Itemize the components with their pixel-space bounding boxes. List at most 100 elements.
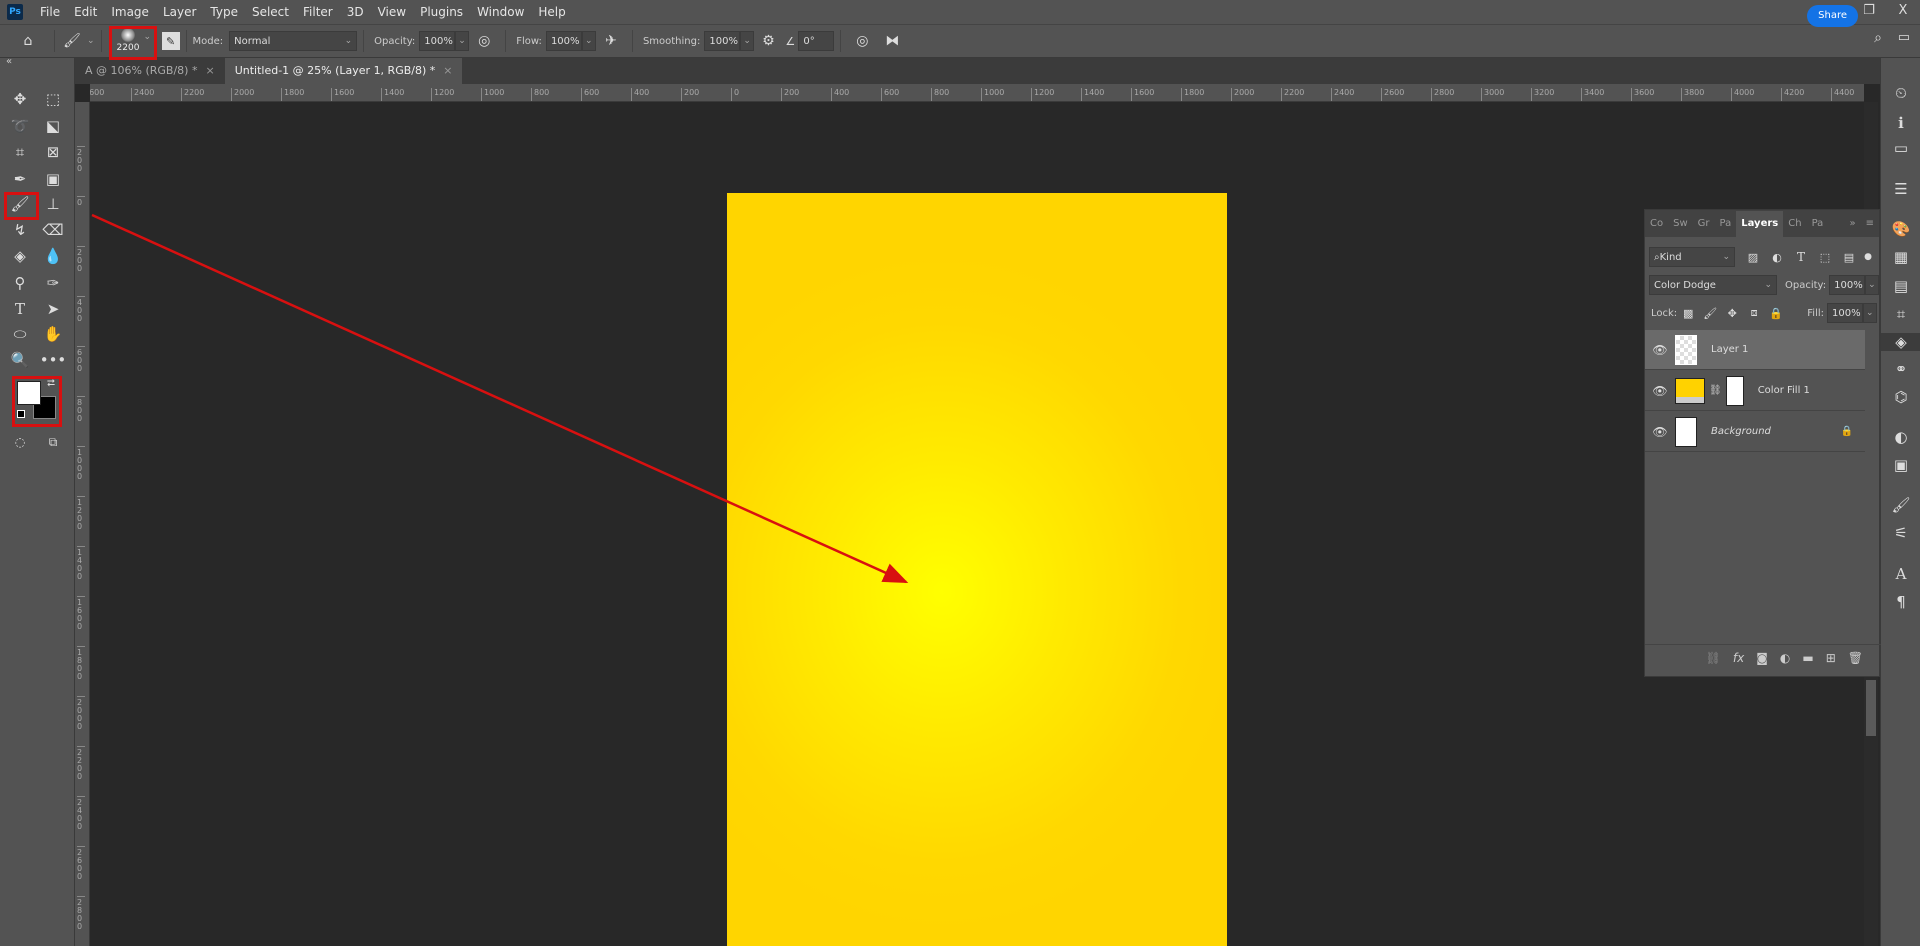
object-selection-tool-icon[interactable]: ⬕ [41,115,65,137]
blur-tool-icon[interactable]: 💧 [41,245,65,267]
frame-tool-icon[interactable]: ⊠ [41,141,65,163]
menu-help[interactable]: Help [531,5,572,19]
layer-name[interactable]: Color Fill 1 [1758,385,1810,396]
menu-image[interactable]: Image [104,5,156,19]
shape-filter-icon[interactable]: ⬚ [1813,251,1837,264]
patch-tool-icon[interactable]: ▣ [41,168,65,190]
tab-channels[interactable]: Ch [1783,211,1806,237]
pixel-filter-icon[interactable]: ▨ [1741,251,1765,264]
visibility-eye-icon[interactable]: 👁 [1645,425,1675,439]
adjustment-filter-icon[interactable]: ◐ [1765,251,1789,264]
new-group-icon[interactable]: ▬ [1802,651,1813,665]
smoothing-dropdown[interactable]: ⌄ [740,31,755,51]
link-layers-icon[interactable]: ⛓ [1706,651,1721,665]
eyedropper-tool-icon[interactable]: ✒ [8,168,32,190]
layer-name[interactable]: Background [1711,426,1771,437]
fx-icon[interactable]: fx [1733,651,1744,665]
dodge-tool-icon[interactable]: ⚲ [8,272,32,294]
properties-panel-icon[interactable]: ☰ [1881,180,1920,198]
tab-patterns[interactable]: Pa [1715,211,1737,237]
zoom-tool-icon[interactable]: 🔍 [8,349,32,371]
workspace-icon[interactable]: ▭ [1898,30,1910,45]
brush-settings-icon[interactable]: ✎ [161,32,180,50]
tab-untitled-1[interactable]: Untitled-1 @ 25% (Layer 1, RGB/8) * × [224,58,463,84]
tab-layers[interactable]: Layers [1736,211,1784,237]
brush-settings-panel-icon[interactable]: ⚟ [1881,524,1920,542]
screen-mode-icon[interactable]: ⧉ [41,431,65,453]
layer-row-background[interactable]: 👁 Background 🔒 [1645,412,1865,452]
mask-thumbnail[interactable] [1725,375,1744,406]
pressure-opacity-icon[interactable]: ◎ [469,33,499,49]
crop-tool-icon[interactable]: ⌗ [8,141,32,163]
pressure-size-icon[interactable]: ◎ [847,33,877,49]
tab-color[interactable]: Co [1645,211,1668,237]
layer-row-layer-1[interactable]: 👁 Layer 1 [1645,330,1865,370]
adjustments-panel-icon[interactable]: ◐ [1881,428,1920,446]
menu-select[interactable]: Select [245,5,296,19]
new-layer-icon[interactable]: ⊞ [1826,651,1836,665]
opacity-dropdown[interactable]: ⌄ [1865,275,1880,295]
close-tab-icon[interactable]: × [443,64,452,77]
clone-stamp-tool-icon[interactable]: ⊥ [41,193,65,215]
gear-icon[interactable]: ⚙ [754,33,782,49]
move-tool-icon[interactable]: ✥ [8,88,32,110]
add-mask-icon[interactable]: ◙ [1756,651,1768,665]
color-panel-icon[interactable]: 🎨 [1881,220,1920,238]
type-filter-icon[interactable]: T [1789,250,1813,264]
ellipse-tool-icon[interactable]: ⬭ [8,323,32,345]
brush-tool-icon[interactable]: 🖌 [8,193,32,215]
adjustment-layer-icon[interactable]: ◐ [1780,651,1790,665]
menu-file[interactable]: File [33,5,67,19]
close-button[interactable]: X [1886,0,1920,22]
brushes-panel-icon[interactable]: 🖌 [1881,496,1920,514]
lock-pixels-icon[interactable]: 🖌 [1699,307,1721,320]
collapse-icon[interactable]: « [6,56,12,67]
brush-tool-preset-icon[interactable]: 🖌 [61,33,83,49]
visibility-eye-icon[interactable]: 👁 [1645,343,1675,357]
character-panel-icon[interactable]: A [1881,565,1920,583]
tab-paths[interactable]: Pa [1807,211,1829,237]
opacity-dropdown[interactable]: ⌄ [455,31,470,51]
menu-plugins[interactable]: Plugins [413,5,470,19]
layer-opacity-input[interactable]: 100% [1829,275,1866,295]
scrollbar-thumb[interactable] [1866,680,1876,736]
vertical-ruler[interactable]: 200 0 200 400 600 800 1000 1200 1400 1600 1800 2000… [75,102,90,946]
hand-tool-icon[interactable]: ✋ [41,323,65,345]
chevron-down-icon[interactable]: ⌄ [87,36,95,46]
quick-mask-icon[interactable]: ◌ [8,431,32,453]
link-icon[interactable]: ⛓ [1709,385,1722,396]
default-colors-icon[interactable] [17,410,25,418]
symmetry-icon[interactable]: ⧓ [877,33,907,49]
lock-all-icon[interactable]: 🔒 [1765,307,1787,320]
more-tools-icon[interactable]: ••• [40,349,67,371]
lock-transparency-icon[interactable]: ▩ [1677,307,1699,320]
fill-dropdown[interactable]: ⌄ [1863,303,1877,323]
foreground-color-swatch[interactable] [17,381,41,405]
mode-select[interactable]: Normal ⌄ [229,31,358,51]
delete-layer-icon[interactable]: 🗑 [1848,651,1863,665]
menu-3d[interactable]: 3D [340,5,371,19]
info-panel-icon[interactable]: ℹ [1881,114,1920,132]
smoothing-input[interactable]: 100% [704,31,741,51]
filter-toggle-icon[interactable]: ● [1861,252,1875,262]
paragraph-panel-icon[interactable]: ¶ [1881,593,1920,611]
menu-window[interactable]: Window [470,5,531,19]
search-icon[interactable]: ⌕ [1874,30,1882,46]
patterns-panel-icon[interactable]: ⌗ [1881,305,1920,323]
airbrush-icon[interactable]: ✈ [596,33,626,49]
menu-layer[interactable]: Layer [156,5,203,19]
lasso-tool-icon[interactable]: ➰ [8,115,32,137]
flow-input[interactable]: 100% [545,31,582,51]
swap-colors-icon[interactable]: ⮂ [47,378,55,389]
close-tab-icon[interactable]: × [205,64,214,77]
marquee-tool-icon[interactable]: ⬚ [41,88,65,110]
smart-object-filter-icon[interactable]: ▤ [1837,251,1861,264]
swatches-panel-icon[interactable]: ▦ [1881,248,1920,266]
fill-input[interactable]: 100% [1827,303,1863,323]
menu-edit[interactable]: Edit [67,5,104,19]
panel-menu-icon[interactable]: ≡ [1861,211,1879,237]
expand-icon[interactable]: » [1844,211,1860,237]
lock-artboard-icon[interactable]: ⧈ [1743,306,1765,320]
tab-document-a[interactable]: A @ 106% (RGB/8) * × [75,58,225,84]
comments-panel-icon[interactable]: ▭ [1881,139,1920,157]
